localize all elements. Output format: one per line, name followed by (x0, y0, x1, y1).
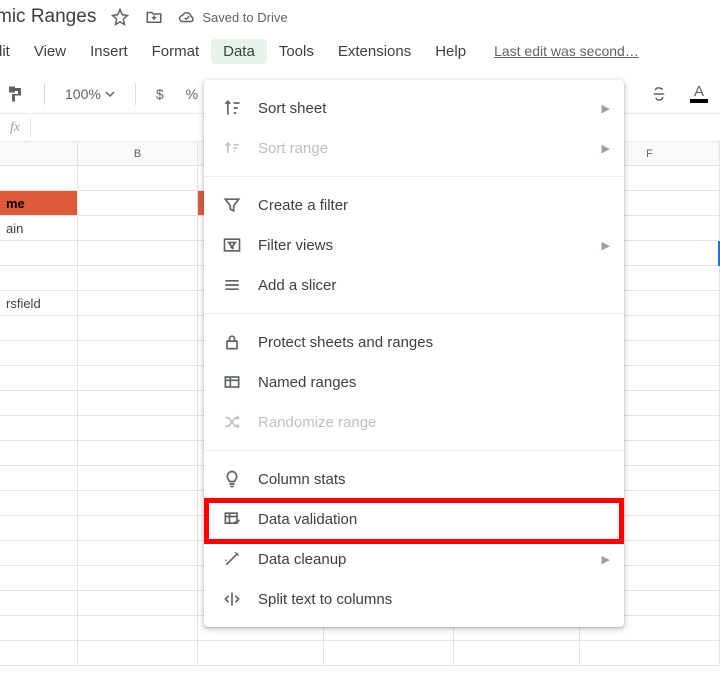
menu-edit[interactable]: dit (0, 39, 22, 64)
label: Named ranges (258, 374, 356, 391)
lock-icon (220, 330, 244, 354)
separator (204, 450, 624, 451)
label: Add a slicer (258, 277, 336, 294)
cloud-icon (178, 8, 196, 26)
menu-create-filter[interactable]: Create a filter (204, 185, 624, 225)
last-edit-link[interactable]: Last edit was second… (494, 43, 639, 59)
move-to-folder-icon[interactable] (144, 7, 164, 27)
menu-format[interactable]: Format (140, 39, 212, 64)
menu-split-text[interactable]: Split text to columns (204, 579, 624, 619)
separator (204, 313, 624, 314)
zoom-select[interactable]: 100% (59, 82, 121, 106)
sort-range-icon (220, 136, 244, 160)
zoom-value: 100% (65, 86, 101, 102)
menu-protect-sheets[interactable]: Protect sheets and ranges (204, 322, 624, 362)
menu-filter-views[interactable]: Filter views ▶ (204, 225, 624, 265)
chevron-right-icon: ▶ (602, 142, 610, 155)
label: Randomize range (258, 414, 376, 431)
label: Split text to columns (258, 591, 392, 608)
paint-format-icon[interactable] (0, 81, 30, 107)
save-status[interactable]: Saved to Drive (178, 8, 287, 26)
menu-named-ranges[interactable]: Named ranges (204, 362, 624, 402)
label: Sort sheet (258, 100, 326, 117)
menu-extensions[interactable]: Extensions (326, 39, 423, 64)
menu-sort-range: Sort range ▶ (204, 128, 624, 168)
menu-add-slicer[interactable]: Add a slicer (204, 265, 624, 305)
chevron-right-icon: ▶ (602, 239, 610, 252)
label: Data cleanup (258, 551, 346, 568)
header-cell[interactable]: me (0, 191, 78, 215)
wand-icon (220, 547, 244, 571)
filter-views-icon (220, 233, 244, 257)
filter-icon (220, 193, 244, 217)
split-icon (220, 587, 244, 611)
menu-help[interactable]: Help (423, 39, 478, 64)
format-percent-button[interactable]: % (180, 82, 204, 106)
label: Create a filter (258, 197, 348, 214)
save-label: Saved to Drive (202, 10, 287, 25)
title-row: mic Ranges Saved to Drive (0, 0, 720, 32)
slicer-icon (220, 273, 244, 297)
star-icon[interactable] (110, 7, 130, 27)
divider (30, 119, 31, 137)
col-header[interactable] (0, 142, 78, 165)
menu-tools[interactable]: Tools (267, 39, 326, 64)
bulb-icon (220, 467, 244, 491)
menubar: dit View Insert Format Data Tools Extens… (0, 38, 720, 64)
label: Protect sheets and ranges (258, 334, 433, 351)
doc-title[interactable]: mic Ranges (0, 6, 96, 28)
validation-icon (220, 507, 244, 531)
col-header-b[interactable]: B (78, 142, 198, 165)
label: Data validation (258, 511, 357, 528)
data-menu-dropdown: Sort sheet ▶ Sort range ▶ Create a filte… (204, 80, 624, 627)
fx-label: fx (0, 120, 30, 136)
menu-data-cleanup[interactable]: Data cleanup ▶ (204, 539, 624, 579)
named-ranges-icon (220, 370, 244, 394)
label: Column stats (258, 471, 346, 488)
text-color-button[interactable]: A (684, 81, 714, 107)
menu-column-stats[interactable]: Column stats (204, 459, 624, 499)
chevron-right-icon: ▶ (602, 553, 610, 566)
separator (204, 176, 624, 177)
menu-randomize-range: Randomize range (204, 402, 624, 442)
menu-sort-sheet[interactable]: Sort sheet ▶ (204, 88, 624, 128)
label: Filter views (258, 237, 333, 254)
menu-data-validation[interactable]: Data validation (204, 499, 624, 539)
shuffle-icon (220, 410, 244, 434)
chevron-down-icon (105, 89, 115, 99)
menu-view[interactable]: View (22, 39, 78, 64)
divider (135, 83, 136, 105)
grid-row[interactable] (0, 641, 720, 666)
format-currency-button[interactable]: $ (150, 82, 170, 106)
label: Sort range (258, 140, 328, 157)
menu-insert[interactable]: Insert (78, 39, 140, 64)
chevron-right-icon: ▶ (602, 102, 610, 115)
divider (44, 83, 45, 105)
strikethrough-button[interactable] (644, 81, 674, 107)
sort-sheet-icon (220, 96, 244, 120)
menu-data[interactable]: Data (211, 39, 267, 64)
color-underline (690, 99, 708, 103)
